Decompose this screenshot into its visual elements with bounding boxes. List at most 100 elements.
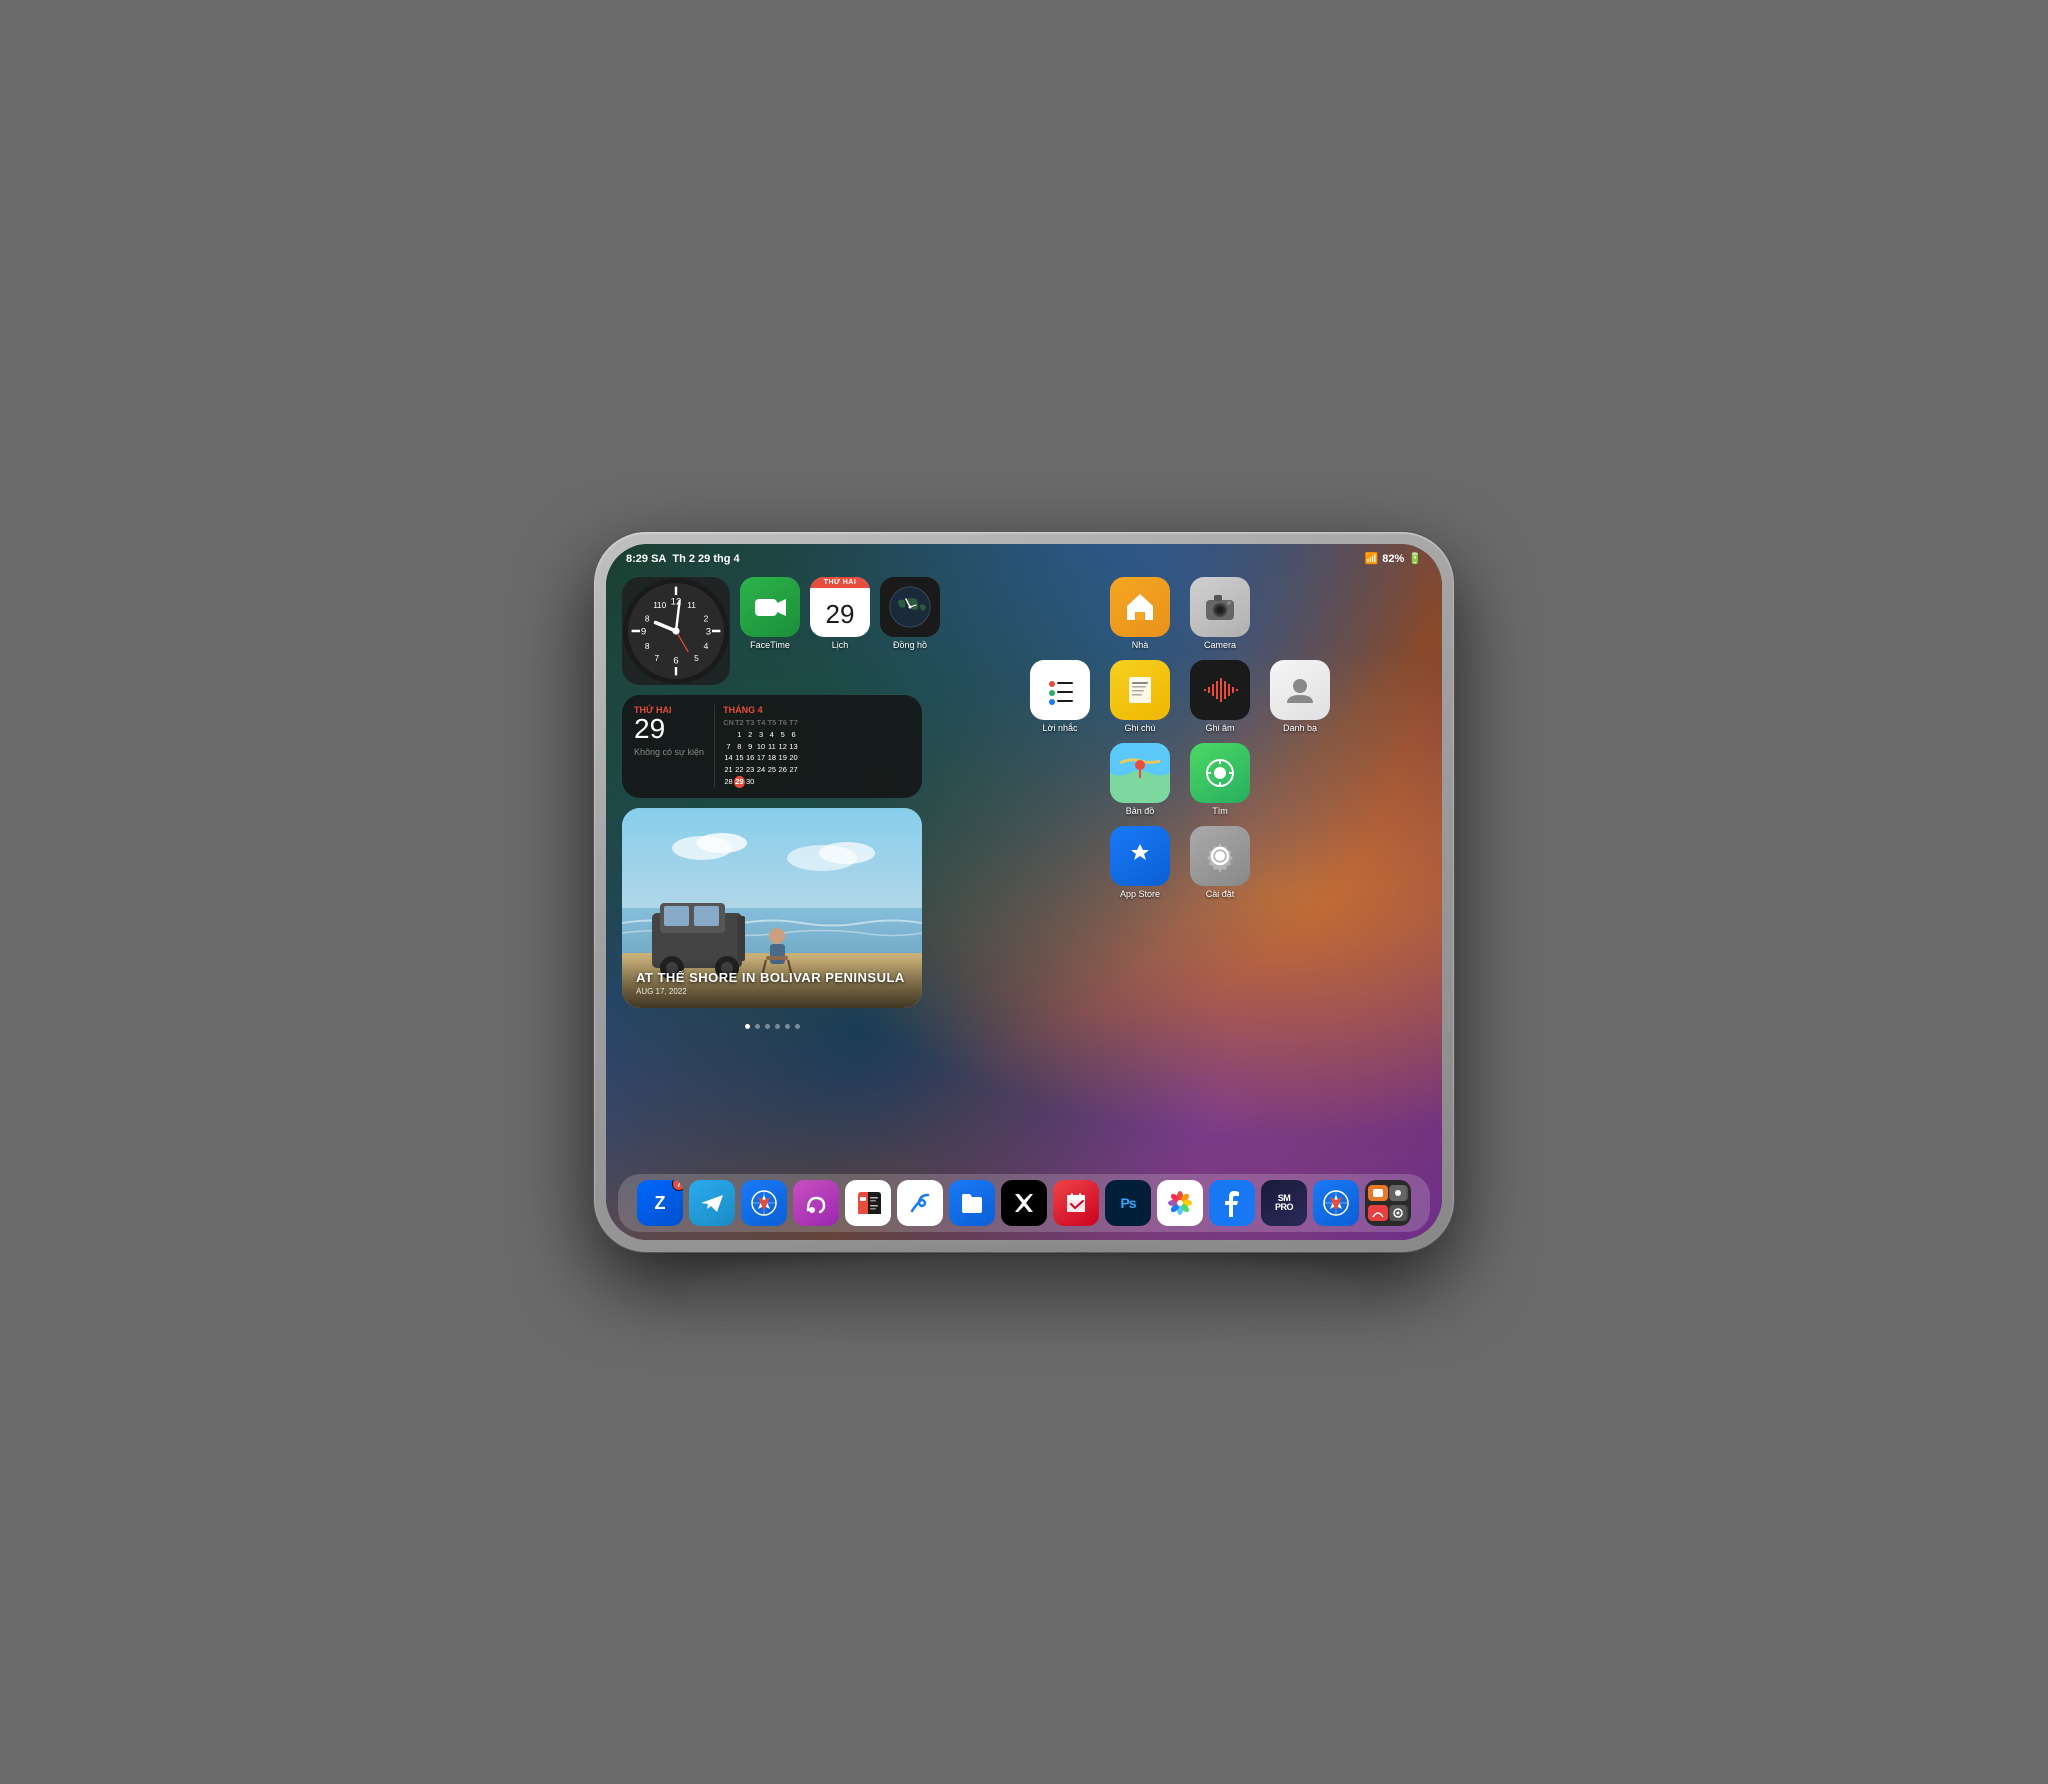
contacts-label: Danh bạ — [1283, 723, 1317, 733]
sub-icon-3-svg — [1370, 1205, 1386, 1221]
facetime-icon-svg — [753, 590, 788, 625]
cal-cell: 20 — [788, 752, 799, 764]
dock-safari-icon — [741, 1180, 787, 1226]
calendar-no-event: Không có sự kiện — [634, 747, 704, 757]
zalo-badge: 7 — [672, 1180, 683, 1191]
camera-label: Camera — [1204, 640, 1236, 650]
facebook-icon-svg — [1219, 1189, 1245, 1217]
page-dot-5[interactable] — [785, 1024, 790, 1029]
calendar-widget[interactable]: THỨ HAI 29 Không có sự kiện THÁNG 4 CN — [622, 695, 922, 798]
mercury-icon-svg — [803, 1190, 829, 1216]
dock-freeform[interactable] — [897, 1180, 943, 1226]
app-row-1: Nhà — [934, 577, 1426, 650]
calendar-widget-content: THỨ HAI 29 Không có sự kiện THÁNG 4 CN — [634, 705, 910, 788]
cal-cell: 18 — [766, 752, 777, 764]
dock-mercury[interactable] — [793, 1180, 839, 1226]
find-my-app[interactable]: Tìm — [1190, 743, 1250, 816]
page-dot-6[interactable] — [795, 1024, 800, 1029]
dock: Z 7 — [618, 1174, 1430, 1232]
contacts-app[interactable]: Danh bạ — [1270, 660, 1330, 733]
calendar-icon-day: 29 — [826, 590, 855, 637]
reminders-app[interactable]: Lời nhắc — [1030, 660, 1090, 733]
photo-widget[interactable]: AT THẾ SHORE IN BOLIVAR PENINSULA AUG 17… — [622, 808, 922, 1008]
dock-multi[interactable] — [1365, 1180, 1411, 1226]
worldclock-icon — [880, 577, 940, 637]
cal-cell: 16 — [745, 752, 756, 764]
page-dot-1[interactable] — [745, 1024, 750, 1029]
svg-text:7: 7 — [654, 653, 659, 663]
right-column: Nhà — [934, 577, 1426, 1166]
maps-app[interactable]: Bản đồ — [1110, 743, 1170, 816]
calendar-app[interactable]: THỨ HAI 29 Lịch — [810, 577, 870, 650]
page-dot-2[interactable] — [755, 1024, 760, 1029]
cal-cell: 8 — [734, 741, 745, 753]
photos-icon-svg — [1165, 1188, 1195, 1218]
dock-mercury-icon — [793, 1180, 839, 1226]
app-store-app[interactable]: App Store — [1110, 826, 1170, 899]
settings-app[interactable]: Cài đặt — [1190, 826, 1250, 899]
fantastical-icon-svg — [1063, 1190, 1089, 1216]
status-indicators: 📶 82% 🔋 — [1365, 552, 1422, 565]
cal-cell — [766, 776, 777, 788]
battery-icon: 🔋 — [1408, 552, 1422, 565]
clock-widget[interactable]: 12 6 9 3 10 11 5 7 4 8 8 — [622, 577, 730, 685]
dock-safari[interactable] — [741, 1180, 787, 1226]
dock-facebook[interactable] — [1209, 1180, 1255, 1226]
dock-x[interactable] — [1001, 1180, 1047, 1226]
svg-text:4: 4 — [704, 641, 709, 651]
status-time: 8:29 SA — [626, 553, 666, 565]
find-my-label: Tìm — [1212, 806, 1228, 816]
cal-cell — [756, 776, 767, 788]
photoshop-label: Ps — [1120, 1195, 1135, 1211]
dock-zalo[interactable]: Z 7 — [637, 1180, 683, 1226]
facetime-app[interactable]: FaceTime — [740, 577, 800, 650]
dock-files-icon — [949, 1180, 995, 1226]
camera-icon-svg — [1203, 590, 1237, 624]
cal-cell: 1 — [734, 729, 745, 741]
dock-zalo-label: Z — [655, 1193, 666, 1214]
reminders-icon-svg — [1043, 673, 1077, 707]
svg-text:9: 9 — [641, 627, 646, 638]
cal-header-cn: CN — [723, 717, 734, 729]
sub-icon-1-svg — [1370, 1185, 1386, 1201]
svg-text:3: 3 — [706, 627, 711, 638]
dock-files[interactable] — [949, 1180, 995, 1226]
dock-safari2[interactable] — [1313, 1180, 1359, 1226]
dock-smpro[interactable]: SMPRO — [1261, 1180, 1307, 1226]
worldclock-app[interactable]: Đồng hồ — [880, 577, 940, 650]
settings-icon-svg — [1203, 839, 1237, 873]
camera-icon — [1190, 577, 1250, 637]
dock-zalo-icon: Z 7 — [637, 1180, 683, 1226]
maps-icon — [1110, 743, 1170, 803]
dock-photoshop[interactable]: Ps — [1105, 1180, 1151, 1226]
worldclock-label: Đồng hồ — [893, 640, 927, 650]
cal-cell — [777, 776, 788, 788]
dock-news[interactable] — [845, 1180, 891, 1226]
notes-icon — [1110, 660, 1170, 720]
calendar-date-section: THỨ HAI 29 Không có sự kiện — [634, 705, 704, 788]
facetime-label: FaceTime — [750, 640, 790, 650]
photo-overlay: AT THẾ SHORE IN BOLIVAR PENINSULA AUG 17… — [622, 958, 922, 1008]
dock-photos[interactable] — [1157, 1180, 1203, 1226]
facetime-icon — [740, 577, 800, 637]
home-icon-svg — [1123, 590, 1157, 624]
app-row-2: Lời nhắc — [934, 660, 1426, 733]
home-label: Nhà — [1132, 640, 1149, 650]
home-app[interactable]: Nhà — [1110, 577, 1170, 650]
dock-telegram[interactable] — [689, 1180, 735, 1226]
page-dot-3[interactable] — [765, 1024, 770, 1029]
left-column: 12 6 9 3 10 11 5 7 4 8 8 — [622, 577, 922, 1166]
cal-cell: 14 — [723, 752, 734, 764]
page-dot-4[interactable] — [775, 1024, 780, 1029]
notes-app[interactable]: Ghi chú — [1110, 660, 1170, 733]
sub-icon-2-svg — [1390, 1185, 1406, 1201]
voice-memos-app[interactable]: Ghi âm — [1190, 660, 1250, 733]
sub-icon-2 — [1389, 1185, 1409, 1201]
calendar-label: Lịch — [832, 640, 849, 650]
safari-icon-svg — [750, 1189, 778, 1217]
camera-app[interactable]: Camera — [1190, 577, 1250, 650]
cal-header-t5: T5 — [766, 717, 777, 729]
calendar-day-num: 29 — [634, 715, 704, 743]
dock-fantastical[interactable] — [1053, 1180, 1099, 1226]
sub-icon-1 — [1368, 1185, 1388, 1201]
